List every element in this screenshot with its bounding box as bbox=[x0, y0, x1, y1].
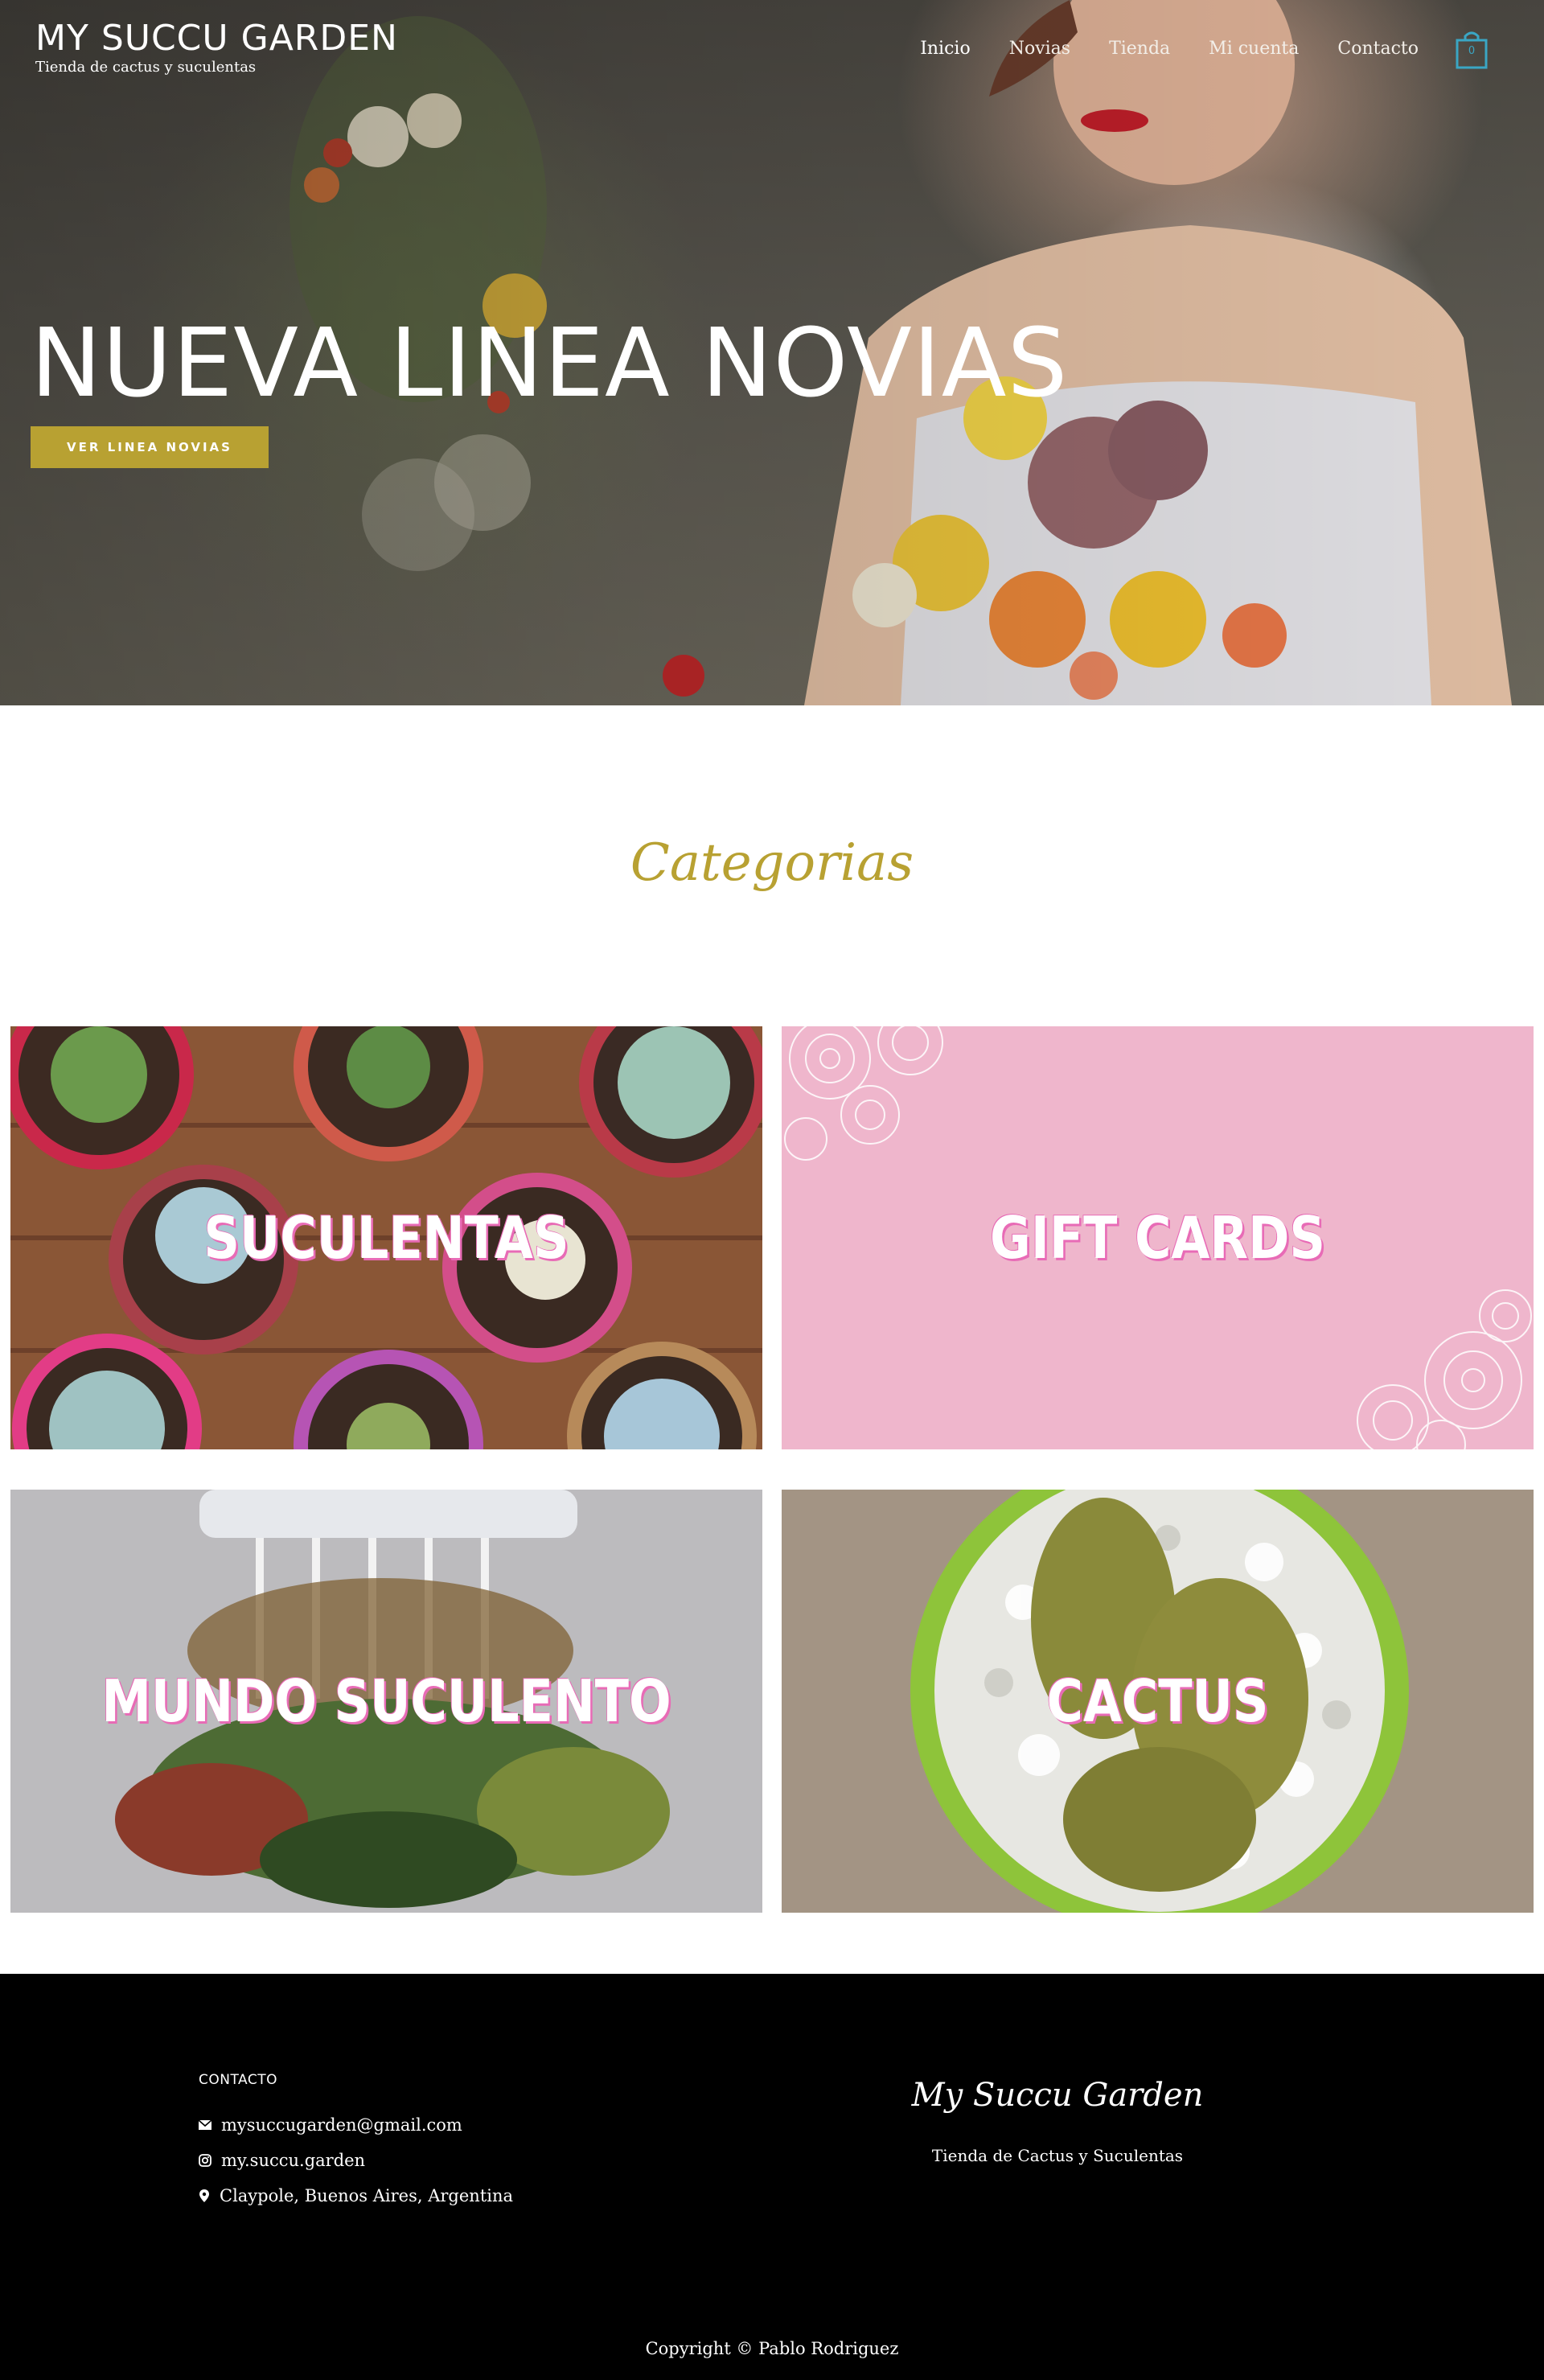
hero-banner: MY SUCCU GARDEN Tienda de cactus y sucul… bbox=[0, 0, 1544, 705]
nav-item-inicio[interactable]: Inicio bbox=[920, 39, 971, 59]
footer-email[interactable]: mysuccugarden@gmail.com bbox=[221, 2115, 462, 2135]
footer-location-row: Claypole, Buenos Aires, Argentina bbox=[199, 2186, 513, 2205]
category-label-cactus: CACTUS bbox=[1046, 1667, 1269, 1735]
nav-item-mi-cuenta[interactable]: Mi cuenta bbox=[1209, 39, 1299, 59]
nav-item-contacto[interactable]: Contacto bbox=[1337, 39, 1419, 59]
site-branding[interactable]: MY SUCCU GARDEN Tienda de cactus y sucul… bbox=[35, 18, 398, 76]
envelope-icon bbox=[199, 2119, 211, 2130]
ver-linea-novias-button[interactable]: VER LINEA NOVIAS bbox=[31, 426, 269, 468]
category-label-gift-cards: GIFT CARDS bbox=[990, 1204, 1325, 1272]
instagram-icon bbox=[199, 2154, 211, 2167]
categories-title: Categorias bbox=[630, 833, 914, 893]
main-navigation: Inicio Novias Tienda Mi cuenta Contacto bbox=[920, 39, 1419, 59]
hero-headline: NUEVA LINEA NOVIAS bbox=[31, 307, 1069, 418]
site-footer: CONTACTO mysuccugarden@gmail.com my.succ… bbox=[0, 1974, 1544, 2380]
site-title[interactable]: MY SUCCU GARDEN bbox=[35, 18, 398, 60]
footer-contact-heading: CONTACTO bbox=[199, 2072, 277, 2088]
footer-email-row[interactable]: mysuccugarden@gmail.com bbox=[199, 2115, 462, 2135]
category-tile-suculentas[interactable]: SUCULENTAS bbox=[10, 1026, 762, 1449]
footer-instagram[interactable]: my.succu.garden bbox=[221, 2151, 365, 2170]
site-tagline: Tienda de cactus y suculentas bbox=[35, 59, 257, 76]
footer-instagram-row[interactable]: my.succu.garden bbox=[199, 2151, 365, 2170]
category-tile-mundo-suculento[interactable]: MUNDO SUCULENTO bbox=[10, 1490, 762, 1913]
footer-location: Claypole, Buenos Aires, Argentina bbox=[220, 2186, 514, 2205]
category-label-mundo-suculento: MUNDO SUCULENTO bbox=[101, 1667, 671, 1735]
footer-brand-logo: My Succu Garden bbox=[911, 2077, 1204, 2114]
nav-item-tienda[interactable]: Tienda bbox=[1109, 39, 1170, 59]
map-pin-icon bbox=[199, 2189, 209, 2202]
cart-count: 0 bbox=[1468, 45, 1476, 57]
category-label-suculentas: SUCULENTAS bbox=[203, 1204, 569, 1272]
category-tile-cactus[interactable]: CACTUS bbox=[782, 1490, 1534, 1913]
cart-button[interactable]: 0 bbox=[1454, 29, 1489, 71]
nav-item-novias[interactable]: Novias bbox=[1009, 39, 1070, 59]
footer-copyright: Copyright © Pablo Rodriguez bbox=[645, 2339, 899, 2358]
category-tile-gift-cards[interactable]: GIFT CARDS bbox=[782, 1026, 1534, 1449]
footer-brand-tagline: Tienda de Cactus y Suculentas bbox=[931, 2146, 1184, 2165]
